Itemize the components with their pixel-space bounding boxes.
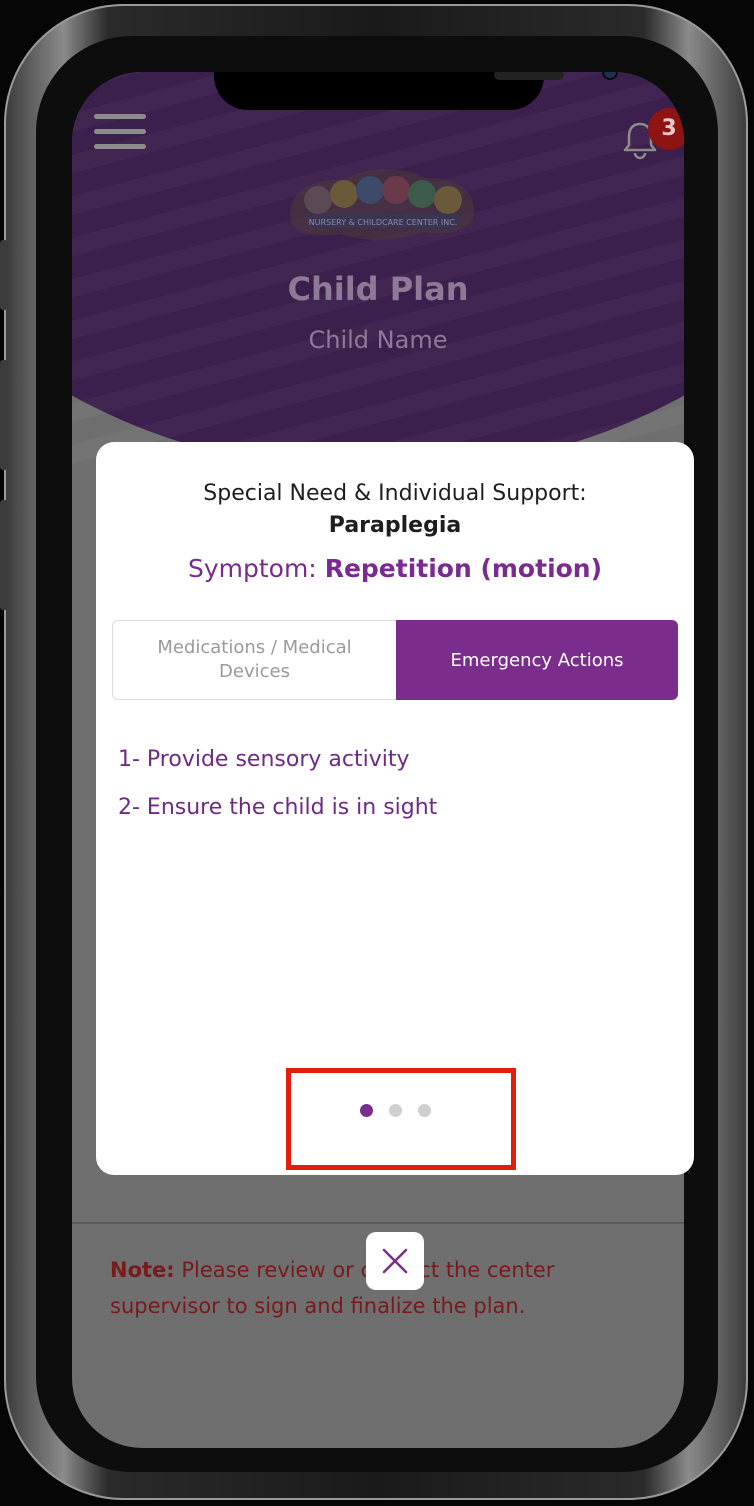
modal-tabs: Medications / Medical Devices Emergency … (112, 620, 678, 700)
logo-graphic: NURSERY & CHILDCARE CENTER INC. (290, 169, 475, 240)
emergency-actions-list: 1- Provide sensory activity 2- Ensure th… (118, 742, 668, 838)
symptom-line: Symptom: Repetition (motion) (96, 554, 694, 583)
modal-heading-condition: Paraplegia (328, 513, 462, 538)
note-label: Note: (110, 1258, 175, 1282)
close-modal-button[interactable] (366, 1232, 424, 1290)
modal-heading: Special Need & Individual Support: Parap… (96, 478, 694, 542)
hamburger-icon (94, 129, 146, 134)
page-title: Child Plan (287, 270, 469, 308)
phone-device: 3 NURSERY & CHILDCARE CENTER INC. Child … (0, 0, 754, 1506)
highlight-annotation-box (286, 1068, 516, 1170)
hamburger-icon (94, 144, 146, 149)
side-button (0, 360, 8, 470)
phone-notch (214, 72, 616, 110)
side-button (0, 500, 8, 610)
menu-button[interactable] (94, 112, 146, 152)
tab-medications[interactable]: Medications / Medical Devices (112, 620, 396, 700)
tab-emergency-actions[interactable]: Emergency Actions (396, 620, 678, 700)
hamburger-icon (94, 114, 146, 119)
note-body: Please review or contact the center supe… (110, 1258, 555, 1318)
logo-subtitle-text: NURSERY & CHILDCARE CENTER INC. (309, 218, 458, 227)
list-item: 1- Provide sensory activity (118, 747, 410, 772)
section-divider (72, 1222, 684, 1224)
modal-heading-line1: Special Need & Individual Support: (203, 481, 587, 506)
symptom-value: Repetition (motion) (324, 554, 603, 583)
child-name: Child Name (308, 326, 448, 354)
lullaboo-logo: NURSERY & CHILDCARE CENTER INC. (284, 160, 480, 244)
speaker-grille (494, 72, 564, 80)
symptom-label: Symptom: (187, 554, 317, 583)
side-button (0, 240, 8, 310)
notification-badge: 3 (648, 108, 684, 150)
close-icon (382, 1248, 408, 1274)
support-modal: Special Need & Individual Support: Parap… (96, 442, 694, 1175)
list-item: 2- Ensure the child is in sight (118, 795, 438, 820)
